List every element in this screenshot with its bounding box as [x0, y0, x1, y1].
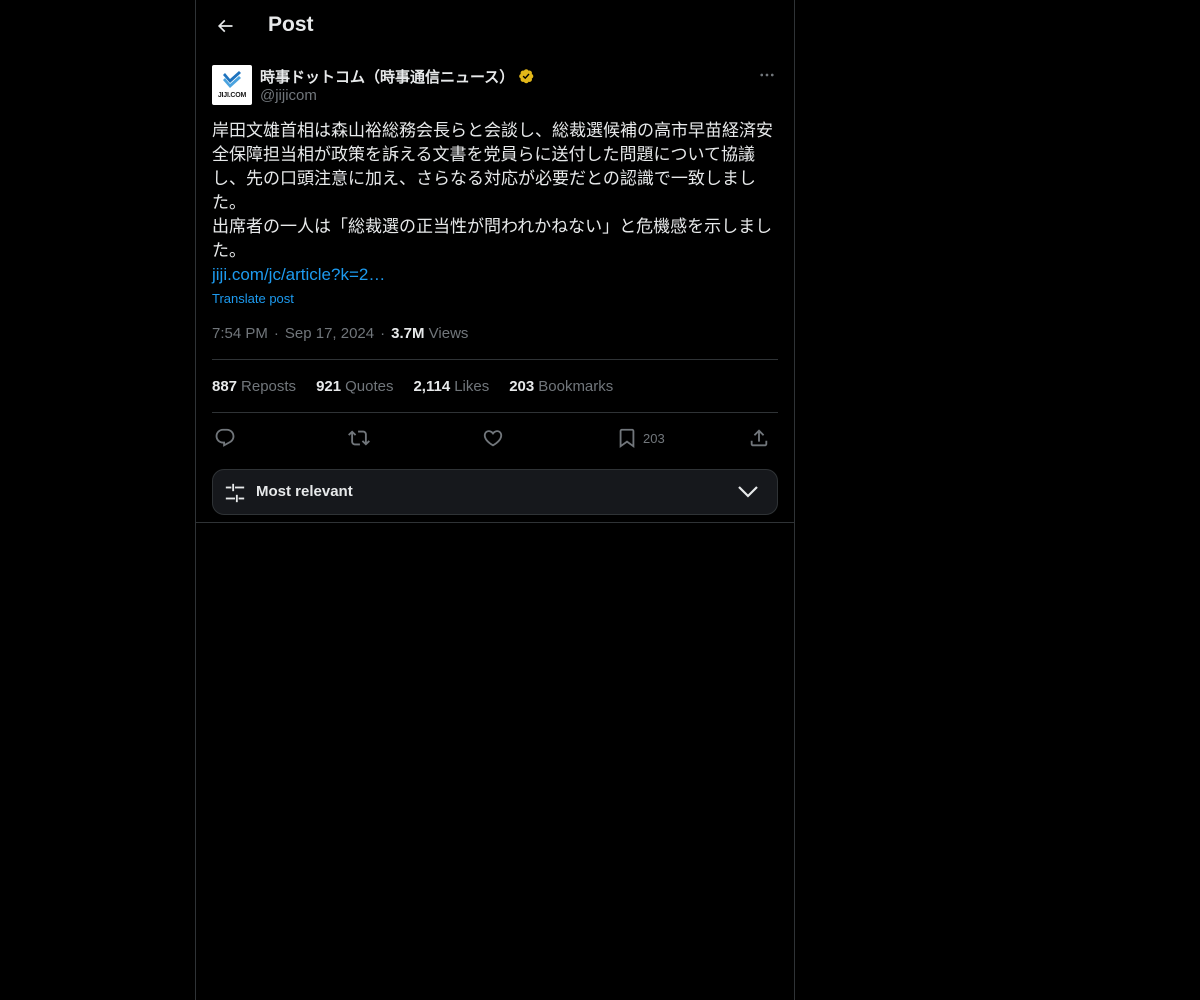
stat-count: 203 — [509, 378, 535, 395]
meta-separator: · — [380, 325, 386, 342]
repost-button[interactable] — [348, 425, 370, 451]
post-author: JIJI.COM 時事ドットコム（時事通信ニュース） @jijicom — [212, 64, 778, 108]
post-text: 岸田文雄首相は森山裕総務会長らと会談し、総裁選候補の高市早苗経済安 全保障担当相… — [212, 121, 773, 260]
arrow-left-icon — [217, 19, 233, 33]
stat-likes[interactable]: 2,114 Likes — [413, 378, 489, 395]
post-date[interactable]: Sep 17, 2024 — [285, 325, 374, 342]
stat-count: 887 — [212, 378, 238, 395]
more-horizontal-icon — [760, 73, 774, 77]
reply-sort-dropdown[interactable]: Most relevant — [212, 469, 778, 515]
reply-icon — [215, 428, 235, 447]
stat-quotes[interactable]: 921 Quotes — [316, 378, 393, 395]
bookmark-count: 203 — [643, 430, 665, 446]
avatar[interactable]: JIJI.COM — [212, 65, 252, 105]
sliders-icon — [225, 483, 245, 503]
stat-label: Quotes — [345, 378, 394, 395]
sort-label: Most relevant — [256, 483, 353, 500]
jiji-logo-icon — [223, 71, 241, 88]
author-handle[interactable]: @jijicom — [260, 87, 317, 104]
post-link[interactable]: jiji.com/jc/article?k=2… — [212, 263, 385, 287]
meta-separator: · — [273, 325, 279, 342]
repost-icon — [348, 430, 370, 446]
views-count: 3.7M — [391, 325, 425, 342]
page-header: Post — [196, 0, 794, 54]
author-name-container[interactable]: 時事ドットコム（時事通信ニュース） — [260, 66, 536, 87]
stat-bookmarks[interactable]: 203 Bookmarks — [509, 378, 613, 395]
bookmark-button[interactable]: 203 — [616, 425, 665, 451]
main-column: Post JIJI.COM 時事ドットコム（時事通信ニュース） @jijicom — [195, 0, 795, 1000]
author-display-name[interactable]: 時事ドットコム（時事通信ニュース） — [260, 66, 514, 87]
post-meta: 7:54 PM · Sep 17, 2024 · 3.7M Views — [212, 325, 468, 342]
page-title: Post — [268, 13, 314, 36]
verified-badge-icon[interactable] — [518, 68, 536, 86]
like-button[interactable] — [482, 425, 504, 451]
divider — [212, 412, 778, 413]
chevron-down-icon — [738, 486, 758, 498]
stat-label: Reposts — [241, 378, 297, 395]
post-time[interactable]: 7:54 PM — [212, 325, 268, 342]
post-actions: 203 — [212, 425, 778, 451]
share-button[interactable] — [748, 425, 770, 451]
more-options-button[interactable] — [756, 64, 778, 86]
stat-count: 921 — [316, 378, 342, 395]
like-icon — [483, 430, 503, 447]
divider — [212, 359, 778, 360]
stat-label: Bookmarks — [538, 378, 614, 395]
reply-button[interactable] — [214, 425, 236, 451]
avatar-logo-text: JIJI.COM — [217, 92, 247, 99]
views-label: Views — [428, 325, 469, 342]
translate-post-button[interactable]: Translate post — [212, 291, 294, 306]
stat-label: Likes — [454, 378, 490, 395]
post-stats: 887 Reposts 921 Quotes 2,114 Likes 203 Bookm… — [212, 378, 633, 395]
back-button[interactable] — [208, 9, 242, 43]
stat-count: 2,114 — [413, 378, 451, 395]
share-icon — [750, 429, 768, 447]
bookmark-icon — [619, 428, 635, 449]
stat-reposts[interactable]: 887 Reposts — [212, 378, 296, 395]
divider — [196, 522, 794, 523]
